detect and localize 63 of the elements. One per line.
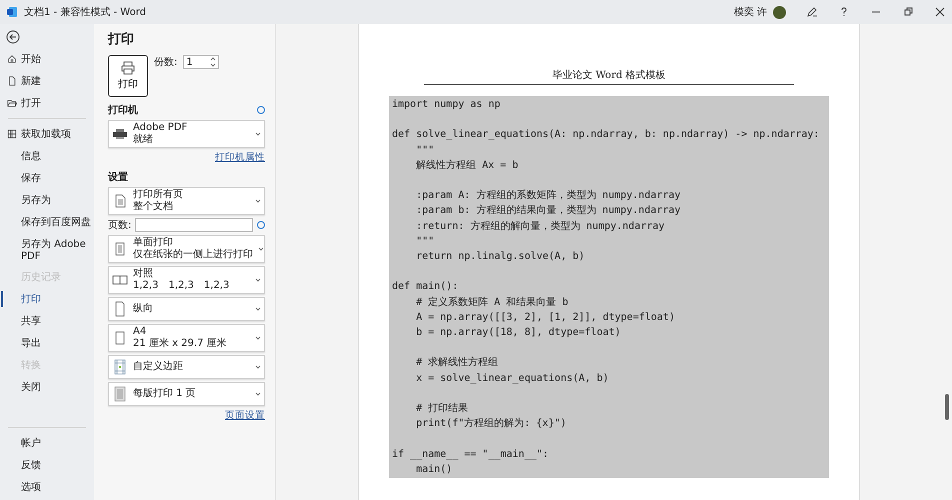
page-per-sheet-icon [112, 386, 128, 402]
section-heading: 打印机 [108, 104, 138, 117]
panel-title: 打印 [108, 31, 135, 48]
grid-icon [7, 129, 17, 139]
printer-dropdown[interactable]: Adobe PDF 就绪 [108, 120, 265, 148]
print-button[interactable]: 打印 [108, 55, 148, 97]
close-icon[interactable] [934, 6, 946, 18]
settings-dropdown[interactable]: 自定义边距 [108, 355, 265, 379]
sidebar-item[interactable]: 打印 [0, 288, 94, 310]
pen-icon[interactable] [806, 6, 818, 18]
caret-icon [255, 307, 261, 311]
printer-properties-link[interactable]: 打印机属性 [215, 151, 265, 164]
copies-label: 份数: [154, 56, 178, 69]
info-icon[interactable] [257, 106, 265, 114]
copies-field[interactable]: 1 [183, 55, 220, 69]
avatar-icon[interactable] [773, 6, 786, 18]
settings-dropdown[interactable]: A4 21 厘米 x 29.7 厘米 [108, 324, 265, 352]
folder-icon [7, 98, 17, 108]
settings-dropdown[interactable]: 单面打印 仅在纸张的一侧上进行打印 [108, 235, 265, 263]
page-setup-link[interactable]: 页面设置 [225, 409, 265, 422]
user-name: 模奕 许 [734, 6, 767, 19]
window-title: 文档1 - 兼容性模式 - Word [24, 6, 146, 19]
sidebar-item[interactable]: 帐户 [0, 432, 94, 454]
sidebar-item[interactable]: 开始 [0, 48, 94, 70]
printer-icon [120, 61, 136, 75]
sidebar-item[interactable]: 导出 [0, 332, 94, 354]
caret-icon [258, 247, 264, 251]
spinner-arrows-icon[interactable] [210, 56, 216, 68]
section-heading: 设置 [108, 170, 128, 184]
caret-icon [255, 278, 261, 282]
sidebar-item[interactable]: 新建 [0, 70, 94, 92]
page-header: 毕业论文 Word 格式模板 [424, 68, 794, 85]
sidebar-item[interactable]: 获取加载项 [0, 123, 94, 145]
restore-icon[interactable] [902, 6, 914, 18]
caret-icon [255, 392, 261, 396]
word-logo-icon [6, 6, 18, 18]
sidebar-item[interactable]: 另存为 [0, 189, 94, 211]
sidebar-item[interactable]: 保存到百度网盘 [0, 211, 94, 233]
sidebar-item[interactable]: 选项 [0, 476, 94, 498]
sidebar-item[interactable]: 关闭 [0, 376, 94, 398]
sidebar-item[interactable]: 保存 [0, 167, 94, 189]
caret-icon [255, 336, 261, 340]
sidebar-item[interactable]: 打开 [0, 92, 94, 114]
code-block: import numpy as np def solve_linear_equations(A: np.ndarray, b: np.ndarray) -> np.ndarray: """ 解线性方程组 Ax = b :param A: 方程组的系数矩阵，类型为 numpy.ndarray :param b: 方程组的结果向量，类型为 numpy.ndarray :return: 方程组的解向量，类型为 numpy.ndarray """ return np.linalg.solve(A, b) def main(): # 定义系数矩阵 A 和结果向量 b A = np.array([[3, 2], [1, 2]], dtype=float) b = np.array([18, 8], dtype=float) # 求解线性方程组 x = solve_linear_equations(A, b) # 打印结果 print(f"方程组的解为: {x}") if __name__ == "__main__": main() [389, 96, 829, 478]
caret-icon [255, 365, 261, 369]
sidebar-item[interactable]: 另存为 Adobe PDF [0, 233, 94, 266]
document-icon [7, 76, 17, 86]
info-icon[interactable] [257, 221, 265, 229]
sidebar-item[interactable]: 信息 [0, 145, 94, 167]
printer-icon [112, 126, 128, 142]
scrollbar-thumb[interactable] [945, 394, 949, 420]
caret-icon [255, 199, 261, 203]
home-icon [7, 54, 17, 64]
pages-label: 页数: [108, 219, 132, 232]
caret-icon [255, 132, 261, 136]
sidebar-item[interactable]: 共享 [0, 310, 94, 332]
settings-dropdown[interactable]: 打印所有页 整个文档 [108, 187, 265, 215]
margins-icon [112, 359, 128, 375]
pages-input-field[interactable] [135, 218, 253, 232]
settings-dropdown[interactable]: 每版打印 1 页 [108, 382, 265, 406]
settings-dropdown[interactable]: 对照 1,2,3 1,2,3 1,2,3 [108, 266, 265, 294]
settings-dropdown[interactable]: 纵向 [108, 297, 265, 321]
sidebar-item[interactable]: 反馈 [0, 454, 94, 476]
